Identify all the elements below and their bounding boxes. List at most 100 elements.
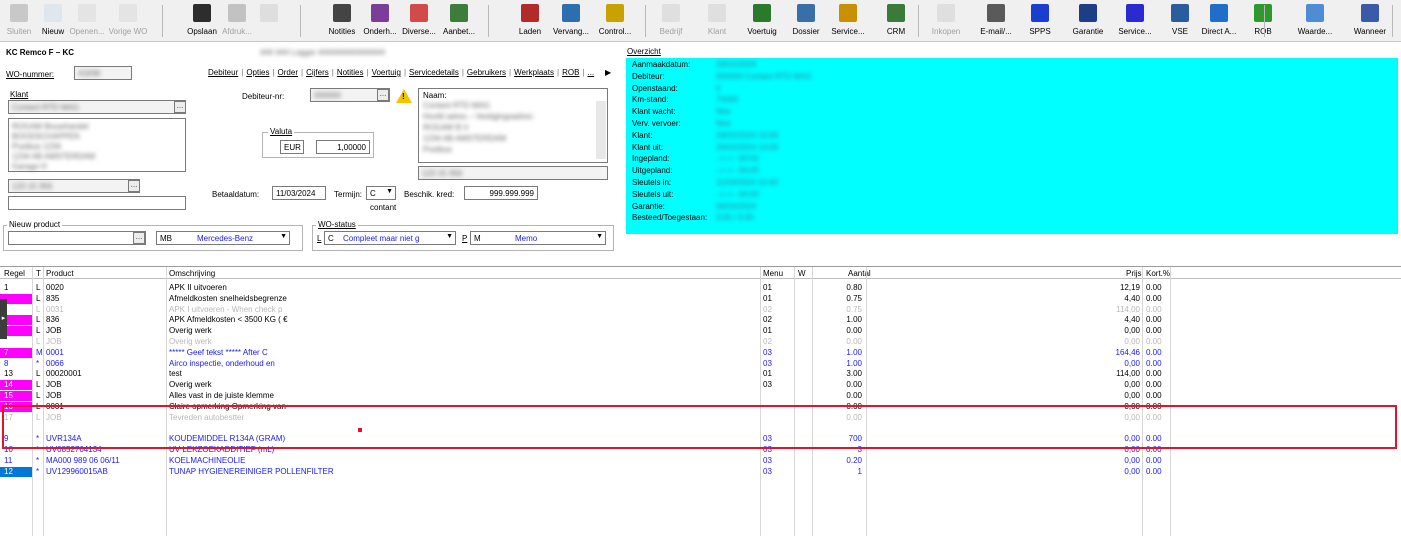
tab-scroll-right-icon[interactable]: ▶ [605, 68, 615, 80]
tab-rob[interactable]: ROB [562, 68, 579, 77]
brand-select[interactable]: MB Mercedes-Benz ▼ [156, 231, 290, 245]
memo-select[interactable]: M Memo ▼ [470, 231, 606, 245]
overview-row: Klant wacht: Nee [632, 107, 731, 116]
cell-t: * [36, 455, 40, 465]
phone-lookup-button[interactable]: … [128, 180, 140, 192]
toolbar-button-blank1[interactable] [258, 0, 280, 42]
toolbar-button-diverse[interactable]: Diverse... [400, 0, 438, 42]
col-prijs[interactable]: Prijs [1126, 269, 1142, 278]
toolbar-separator [1264, 5, 1265, 37]
col-omschrijving[interactable]: Omschrijving [169, 269, 215, 278]
col-w[interactable]: W [798, 269, 806, 278]
warning-icon[interactable]: ! [396, 89, 412, 103]
toolbar-button-aanbet[interactable]: Aanbet... [440, 0, 478, 42]
cell-aantal: 0.20 [846, 455, 862, 465]
table-row[interactable]: L 836 APK Afmeldkosten < 3500 KG ( € 02 1.00… [0, 315, 1401, 326]
valuta-code-field[interactable]: EUR [280, 140, 304, 154]
beschik-kred-field[interactable]: 999.999.999 [464, 186, 538, 200]
col-product[interactable]: Product [46, 269, 74, 278]
betaaldatum-field[interactable]: 11/03/2024 [272, 186, 326, 200]
name-box-scrollbar[interactable] [596, 101, 606, 159]
cell-korting: 0.00 [1146, 337, 1162, 346]
toolbar-button-label: Garantie [1072, 27, 1104, 36]
toolbar-button-openen[interactable]: Openen... [69, 0, 105, 42]
toolbar-button-control[interactable]: Control... [592, 0, 638, 42]
col-aantal[interactable]: Aantal [848, 269, 871, 278]
toolbar-button-garantie[interactable]: Garantie [1066, 0, 1110, 42]
overview-row: Aanmaakdatum: 29/02/2024 [632, 60, 756, 69]
col-regel[interactable]: Regel [4, 269, 25, 278]
table-row[interactable]: 15 L JOB Alles vast in de juiste klemme 0.00… [0, 391, 1401, 401]
toolbar-button-opslaan[interactable]: Opslaan [186, 0, 218, 42]
overview-row: Debiteur: 000000 Contant RTD MAG [632, 72, 812, 81]
toolbar-button-inkopen[interactable]: Inkopen [926, 0, 966, 42]
cell-omschrijving: APK II uitvoeren [169, 283, 227, 292]
cell-product: JOB [46, 391, 62, 400]
tab-notities[interactable]: Notities [337, 68, 364, 77]
table-row[interactable]: L 835 Afmeldkosten snelheidsbegrenze 01 0.75… [0, 293, 1401, 304]
debiteur-lookup-button[interactable]: … [377, 89, 389, 101]
valuta-rate-field[interactable]: 1,00000 [316, 140, 370, 154]
toolbar-button-laden[interactable]: Laden [510, 0, 550, 42]
table-row[interactable]: L 0031 APK I uitvoeren - When check p 02 0.7… [0, 305, 1401, 315]
toolbar-button-onderhoud[interactable]: Onderh... [362, 0, 398, 42]
tab-opties[interactable]: Opties [246, 68, 269, 77]
table-row[interactable]: 13 L 00020001 test 01 3.00 114,00 0.00 [0, 369, 1401, 379]
toolbar-button-voertuig[interactable]: Voertuig [742, 0, 782, 42]
termijn-select[interactable]: C ▼ [366, 186, 396, 200]
wo-number-field[interactable]: 41836 [74, 66, 132, 80]
table-row[interactable]: 1 L 0020 APK II uitvoeren 01 0.80 12,19 0.00 [0, 283, 1401, 293]
col-t[interactable]: T [36, 269, 41, 278]
toolbar-button-notities[interactable]: Notities [324, 0, 360, 42]
toolbar-button-bedrijf[interactable]: Bedrijf [654, 0, 688, 42]
toolbar-button-sluiten[interactable]: Sluiten [2, 0, 36, 42]
tab-gebruikers[interactable]: Gebruikers [467, 68, 506, 77]
toolbar-button-waarde[interactable]: Waarde... [1290, 0, 1340, 42]
toolbar-button-service2[interactable]: Service... [1112, 0, 1158, 42]
new-product-input[interactable] [8, 231, 146, 245]
table-row[interactable]: L JOB Overig werk 01 0.00 0,00 0.00 [0, 326, 1401, 337]
tab-werkplaats[interactable]: Werkplaats [514, 68, 554, 77]
table-row[interactable]: 8 * 0066 Airco inspectie, onderhoud en 03 1.0… [0, 359, 1401, 369]
tab-voertuig[interactable]: Voertuig [372, 68, 401, 77]
toolbar-button-klant[interactable]: Klant [702, 0, 732, 42]
klant-extra-field[interactable] [8, 196, 186, 210]
chevron-down-icon: ▼ [280, 233, 287, 240]
toolbar-button-spps[interactable]: SPPS [1020, 0, 1060, 42]
toolbar-button-crm[interactable]: CRM [878, 0, 914, 42]
table-row[interactable]: 11 * MA000 989 06 06/11 KOELMACHINEOLIE 03 0.… [0, 456, 1401, 466]
tab-servicedetails[interactable]: Servicedetails [409, 68, 459, 77]
tab--[interactable]: ... [587, 68, 594, 77]
wo-status-select[interactable]: C Compleet maar niet g ▼ [324, 231, 456, 245]
col-menu[interactable]: Menu [763, 269, 783, 278]
toolbar-button-service[interactable]: Service... [828, 0, 868, 42]
tab-order[interactable]: Order [278, 68, 298, 77]
toolbar-button-afdrukken[interactable]: Afdruk... [220, 0, 254, 42]
toolbar-button-wanneer[interactable]: Wanneer [1342, 0, 1398, 42]
table-row[interactable]: 14 L JOB Overig werk 03 0.00 0,00 0.00 [0, 380, 1401, 391]
toolbar-button-vorige_wo[interactable]: Vorige WO [104, 0, 152, 42]
table-row[interactable]: 12 * UV129960015AB TUNAP HYGIENEREINIGER PO… [0, 466, 1401, 477]
tab-debiteur[interactable]: Debiteur [208, 68, 238, 77]
side-panel-toggle[interactable]: ▸ [0, 299, 7, 339]
table-row[interactable]: L JOB Overig werk 02 0.00 0,00 0.00 [0, 337, 1401, 347]
toolbar-button-vervang[interactable]: Vervang... [552, 0, 590, 42]
toolbar-button-nieuw[interactable]: Nieuw [38, 0, 68, 42]
toolbar-button-label: Klant [707, 27, 727, 36]
debiteur-phone-field[interactable]: 123 15 356 [418, 166, 608, 180]
new-product-lookup-button[interactable]: … [133, 232, 145, 244]
klant-field[interactable]: Contant RTD MAG [8, 100, 186, 114]
tab-cijfers[interactable]: Cijfers [306, 68, 329, 77]
toolbar-button-rob[interactable]: ROB [1242, 0, 1284, 42]
klant-lookup-button[interactable]: … [174, 101, 186, 113]
toolbar-button-vse[interactable]: VSE [1160, 0, 1200, 42]
toolbar-button-dossier[interactable]: Dossier [786, 0, 826, 42]
klant-phone-field[interactable]: 123 15 356 [8, 179, 140, 193]
toolbar-button-direct[interactable]: Direct A... [1198, 0, 1240, 42]
toolbar-button-email[interactable]: E-mail/... [976, 0, 1016, 42]
klant-address-box[interactable]: ROGAM Bouwhandel BOODSCHAPPEN Postbus 1234… [8, 118, 186, 172]
col-korting[interactable]: Kort.% [1146, 269, 1170, 278]
cell-menu: 03 [763, 455, 772, 465]
table-row[interactable]: 7 M 0001 ***** Geef tekst ***** After C 03 1.… [0, 347, 1401, 358]
debiteur-name-box[interactable]: Naam: Contant RTD MAG Hoofd adres – Vesti… [418, 88, 608, 163]
